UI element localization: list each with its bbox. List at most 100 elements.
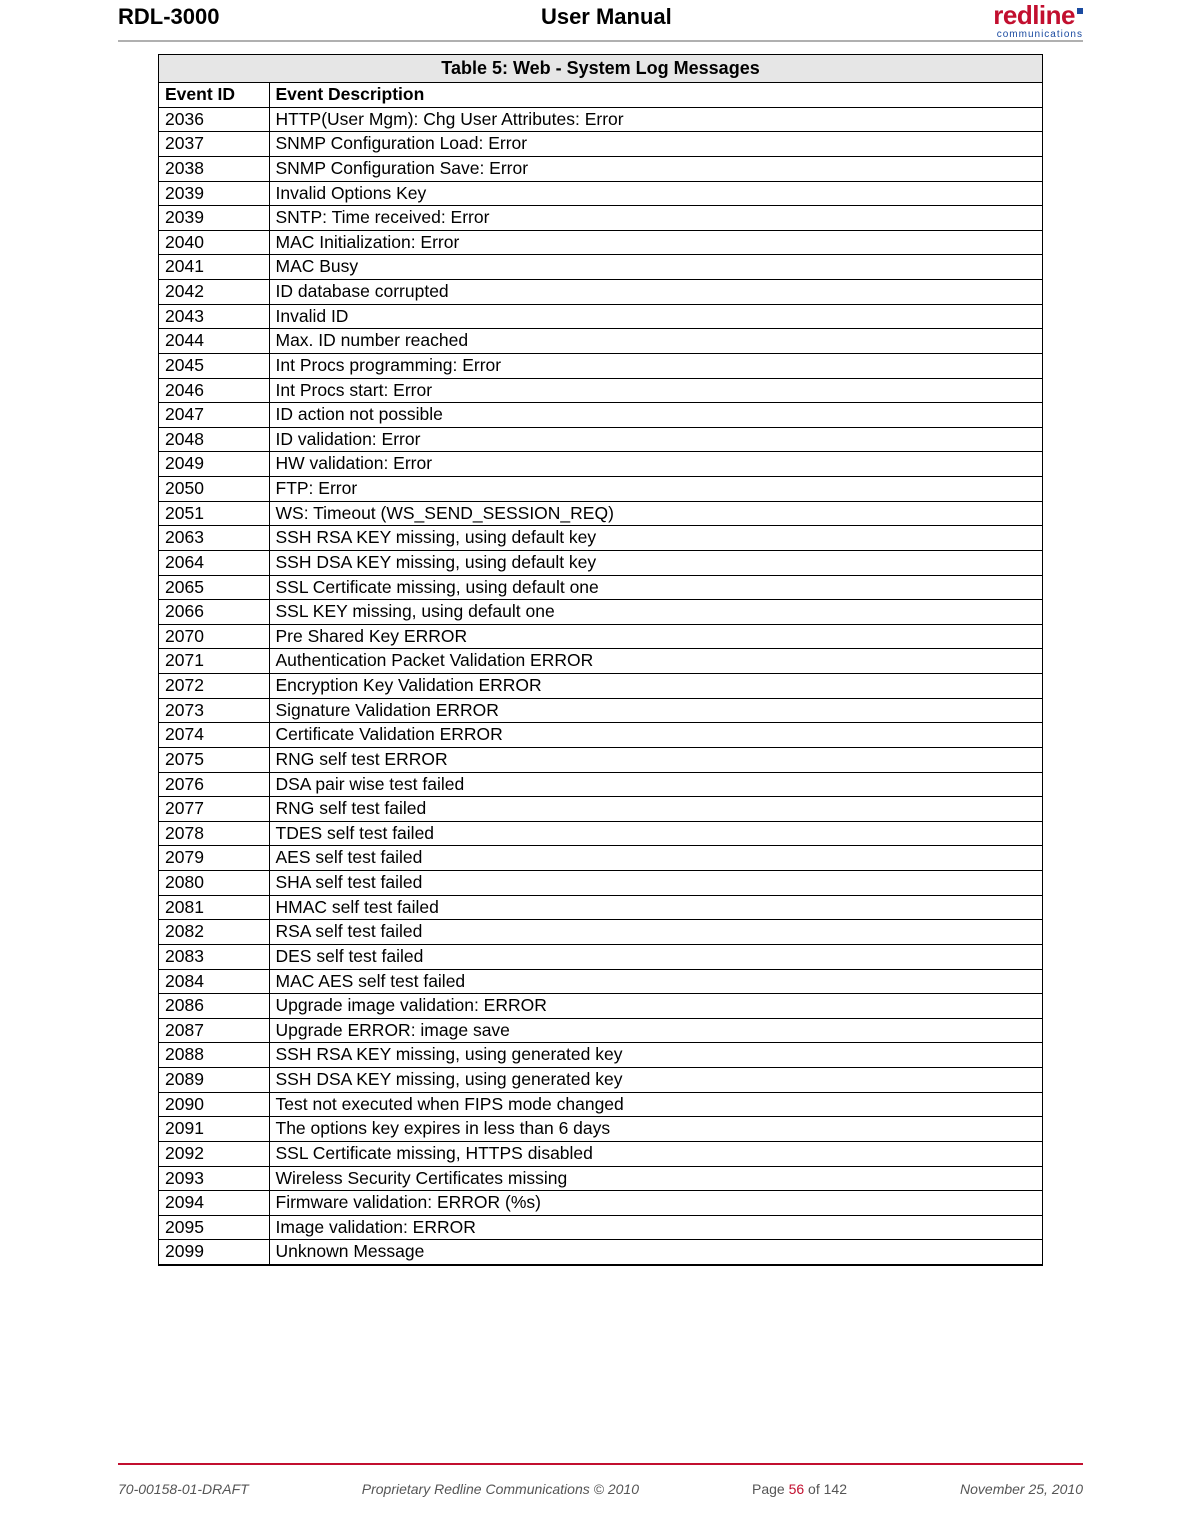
cell-event-id: 2076 (159, 772, 269, 797)
cell-event-desc: Wireless Security Certificates missing (269, 1166, 1042, 1191)
cell-event-desc: Image validation: ERROR (269, 1215, 1042, 1240)
cell-event-id: 2089 (159, 1068, 269, 1093)
cell-event-desc: Test not executed when FIPS mode changed (269, 1092, 1042, 1117)
table-row: 2041MAC Busy (159, 255, 1042, 280)
cell-event-desc: MAC AES self test failed (269, 969, 1042, 994)
logo-subtitle: communications (993, 29, 1083, 40)
cell-event-desc: The options key expires in less than 6 d… (269, 1117, 1042, 1142)
cell-event-desc: SSL KEY missing, using default one (269, 600, 1042, 625)
table-row: 2089 SSH DSA KEY missing, using generate… (159, 1068, 1042, 1093)
cell-event-desc: Encryption Key Validation ERROR (269, 674, 1042, 699)
cell-event-id: 2046 (159, 378, 269, 403)
header-divider (118, 40, 1083, 42)
cell-event-desc: MAC Initialization: Error (269, 230, 1042, 255)
table-row: 2081HMAC self test failed (159, 895, 1042, 920)
page-header: RDL-3000 User Manual redline communicati… (0, 0, 1201, 40)
cell-event-desc: ID validation: Error (269, 427, 1042, 452)
cell-event-id: 2047 (159, 403, 269, 428)
cell-event-desc: SSH DSA KEY missing, using default key (269, 550, 1042, 575)
table-row: 2077RNG self test failed (159, 797, 1042, 822)
cell-event-desc: TDES self test failed (269, 821, 1042, 846)
table-row: 2095 Image validation: ERROR (159, 1215, 1042, 1240)
cell-event-desc: Int Procs start: Error (269, 378, 1042, 403)
cell-event-desc: HW validation: Error (269, 452, 1042, 477)
cell-event-desc: SSH DSA KEY missing, using generated key (269, 1068, 1042, 1093)
cell-event-id: 2082 (159, 920, 269, 945)
cell-event-id: 2064 (159, 550, 269, 575)
cell-event-desc: Max. ID number reached (269, 329, 1042, 354)
cell-event-id: 2081 (159, 895, 269, 920)
cell-event-desc: Invalid ID (269, 304, 1042, 329)
log-messages-table: Table 5: Web - System Log Messages Event… (158, 54, 1043, 1266)
table-row: 2046Int Procs start: Error (159, 378, 1042, 403)
table-row: 2044Max. ID number reached (159, 329, 1042, 354)
cell-event-id: 2045 (159, 353, 269, 378)
cell-event-id: 2043 (159, 304, 269, 329)
cell-event-desc: SSH RSA KEY missing, using generated key (269, 1043, 1042, 1068)
table-row: 2039Invalid Options Key (159, 181, 1042, 206)
table-row: 2073Signature Validation ERROR (159, 698, 1042, 723)
table-header-row: Event ID Event Description (159, 83, 1042, 107)
logo: redline communications (993, 4, 1083, 40)
cell-event-id: 2070 (159, 624, 269, 649)
logo-dot-icon (1077, 8, 1083, 14)
col-header-event-id: Event ID (159, 83, 269, 107)
cell-event-desc: Int Procs programming: Error (269, 353, 1042, 378)
table-row: 2074Certificate Validation ERROR (159, 723, 1042, 748)
cell-event-id: 2050 (159, 477, 269, 502)
cell-event-id: 2048 (159, 427, 269, 452)
table-row: 2064SSH DSA KEY missing, using default k… (159, 550, 1042, 575)
cell-event-desc: MAC Busy (269, 255, 1042, 280)
cell-event-desc: SSL Certificate missing, using default o… (269, 575, 1042, 600)
footer-divider (118, 1463, 1083, 1465)
table-row: 2093 Wireless Security Certificates miss… (159, 1166, 1042, 1191)
cell-event-desc: Upgrade image validation: ERROR (269, 994, 1042, 1019)
table-row: 2094 Firmware validation: ERROR (%s) (159, 1191, 1042, 1216)
table-row: 2045Int Procs programming: Error (159, 353, 1042, 378)
col-header-event-desc: Event Description (269, 83, 1042, 107)
cell-event-id: 2036 (159, 107, 269, 132)
cell-event-id: 2090 (159, 1092, 269, 1117)
cell-event-id: 2040 (159, 230, 269, 255)
cell-event-id: 2077 (159, 797, 269, 822)
cell-event-desc: SSL Certificate missing, HTTPS disabled (269, 1141, 1042, 1166)
cell-event-desc: SSH RSA KEY missing, using default key (269, 526, 1042, 551)
cell-event-desc: Firmware validation: ERROR (%s) (269, 1191, 1042, 1216)
cell-event-desc: AES self test failed (269, 846, 1042, 871)
table-row: 2088 SSH RSA KEY missing, using generate… (159, 1043, 1042, 1068)
cell-event-desc: WS: Timeout (WS_SEND_SESSION_REQ) (269, 501, 1042, 526)
event-table: Event ID Event Description 2036HTTP(User… (159, 83, 1042, 1265)
cell-event-id: 2078 (159, 821, 269, 846)
table-row: 2090 Test not executed when FIPS mode ch… (159, 1092, 1042, 1117)
table-row: 2066SSL KEY missing, using default one (159, 600, 1042, 625)
footer-copyright: Proprietary Redline Communications © 201… (362, 1481, 639, 1497)
cell-event-desc: HTTP(User Mgm): Chg User Attributes: Err… (269, 107, 1042, 132)
cell-event-desc: DES self test failed (269, 944, 1042, 969)
table-row: 2083 DES self test failed (159, 944, 1042, 969)
table-row: 2048ID validation: Error (159, 427, 1042, 452)
table-row: 2071Authentication Packet Validation ERR… (159, 649, 1042, 674)
cell-event-desc: SNTP: Time received: Error (269, 206, 1042, 231)
cell-event-id: 2075 (159, 747, 269, 772)
cell-event-id: 2049 (159, 452, 269, 477)
cell-event-desc: SNMP Configuration Load: Error (269, 132, 1042, 157)
cell-event-desc: Authentication Packet Validation ERROR (269, 649, 1042, 674)
cell-event-id: 2099 (159, 1240, 269, 1265)
table-row: 2051WS: Timeout (WS_SEND_SESSION_REQ) (159, 501, 1042, 526)
table-row: 2040MAC Initialization: Error (159, 230, 1042, 255)
cell-event-id: 2041 (159, 255, 269, 280)
table-row: 2091 The options key expires in less tha… (159, 1117, 1042, 1142)
cell-event-id: 2087 (159, 1018, 269, 1043)
cell-event-desc: Pre Shared Key ERROR (269, 624, 1042, 649)
cell-event-id: 2051 (159, 501, 269, 526)
table-row: 2039SNTP: Time received: Error (159, 206, 1042, 231)
cell-event-desc: FTP: Error (269, 477, 1042, 502)
footer-page-number: 56 (789, 1481, 805, 1497)
cell-event-desc: HMAC self test failed (269, 895, 1042, 920)
cell-event-id: 2080 (159, 871, 269, 896)
cell-event-desc: ID database corrupted (269, 280, 1042, 305)
cell-event-id: 2042 (159, 280, 269, 305)
cell-event-desc: RSA self test failed (269, 920, 1042, 945)
cell-event-id: 2038 (159, 156, 269, 181)
table-row: 2049HW validation: Error (159, 452, 1042, 477)
